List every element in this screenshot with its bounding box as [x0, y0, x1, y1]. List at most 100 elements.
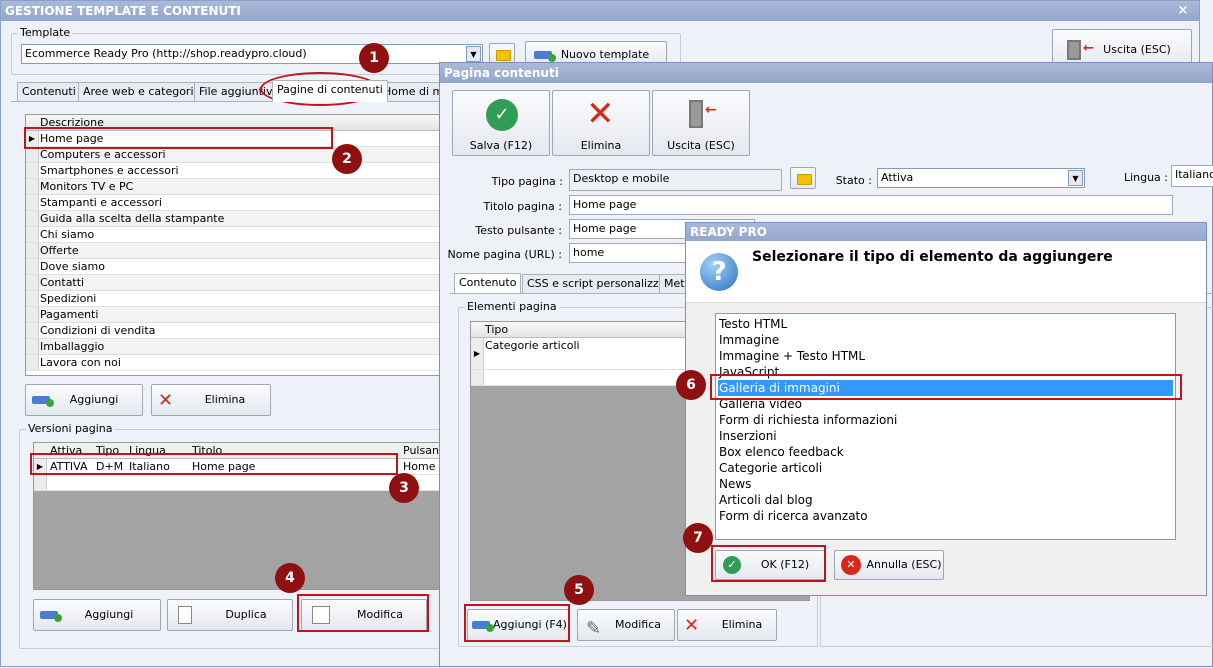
duplicate-version-button[interactable]: Duplica: [167, 599, 293, 631]
delete-x-icon: ✕: [158, 390, 174, 411]
page-list-item[interactable]: Imballaggio: [26, 339, 444, 355]
page-list-item[interactable]: Condizioni di vendita: [26, 323, 444, 339]
exit-label: Uscita (ESC): [667, 139, 735, 152]
cancel-label: Annulla (ESC): [866, 558, 942, 571]
element-type-option[interactable]: Form di ricerca avanzato: [718, 508, 1173, 524]
page-list-item[interactable]: Stampanti e accessori: [26, 195, 444, 211]
close-button[interactable]: ×: [1175, 3, 1191, 19]
row-head: [26, 147, 39, 162]
tab-aree-web[interactable]: Aree web e categorie: [78, 82, 206, 102]
new-template-label: Nuovo template: [560, 48, 650, 61]
delete-button[interactable]: ✕ Elimina: [552, 90, 650, 156]
element-type-option[interactable]: Box elenco feedback: [718, 444, 1173, 460]
dialog-header: ? Selezionare il tipo di elemento da agg…: [686, 241, 1206, 303]
exit-arrow-icon: ←: [1083, 41, 1094, 56]
add-page-button[interactable]: Aggiungi: [25, 384, 143, 416]
lang-label: Lingua :: [1123, 171, 1168, 184]
tab-pagine-contenuti[interactable]: Pagine di contenuti: [272, 80, 388, 102]
duplicate-icon: [178, 606, 192, 624]
add-icon: [32, 394, 54, 407]
highlight-ok-button: [711, 545, 826, 582]
type-label: Tipo pagina :: [491, 175, 563, 188]
tab-contenuti[interactable]: Contenuti: [17, 82, 81, 102]
highlight-version-row: [30, 453, 398, 475]
tab-contenuto[interactable]: Contenuto: [454, 273, 522, 293]
page-name: Chi siamo: [40, 228, 95, 241]
url-label: Nome pagina (URL) :: [447, 248, 562, 261]
page-name: Spedizioni: [40, 292, 97, 305]
step-badge-6: 6: [676, 370, 706, 400]
page-name: Computers e accessori: [40, 148, 166, 161]
page-list-item[interactable]: Spedizioni: [26, 291, 444, 307]
delete-label: Elimina: [204, 393, 246, 406]
edit-element-button[interactable]: ✎ Modifica: [577, 609, 675, 641]
step-badge-4: 4: [275, 563, 305, 593]
element-type-option[interactable]: Testo HTML: [718, 316, 1173, 332]
row-head: [26, 291, 39, 306]
delete-page-button[interactable]: ✕ Elimina: [151, 384, 271, 416]
page-list-item[interactable]: Contatti: [26, 275, 444, 291]
page-name: Offerte: [40, 244, 79, 257]
edit-label: Modifica: [615, 618, 661, 631]
element-type-option[interactable]: Inserzioni: [718, 428, 1173, 444]
page-list-item[interactable]: Chi siamo: [26, 227, 444, 243]
row-head: [26, 259, 39, 274]
page-list-item[interactable]: Monitors TV e PC: [26, 179, 444, 195]
page-list-item[interactable]: Pagamenti: [26, 307, 444, 323]
chevron-down-icon: ▼: [1068, 170, 1083, 186]
pages-grid: Descrizione ▶ Home page Computers e access…: [25, 114, 445, 376]
page-list-item[interactable]: Lavora con noi: [26, 355, 444, 371]
highlight-edit-button: [297, 594, 429, 632]
exit-door-icon: [1067, 40, 1081, 60]
folder-icon[interactable]: [790, 167, 816, 189]
element-type: Categorie articoli: [485, 339, 580, 352]
step-badge-7: 7: [683, 523, 713, 553]
template-select[interactable]: Ecommerce Ready Pro (http://shop.readypr…: [21, 44, 483, 64]
row-head: [26, 339, 39, 354]
step-badge-1: 1: [359, 43, 389, 73]
state-select[interactable]: Attiva ▼: [877, 168, 1085, 188]
add-icon: [40, 609, 62, 622]
page-list-item[interactable]: Guida alla scelta della stampante: [26, 211, 444, 227]
title-field[interactable]: Home page: [569, 195, 1173, 215]
cancel-x-icon: ✕: [841, 555, 861, 575]
highlight-gallery-item: [710, 374, 1182, 400]
save-button[interactable]: ✓ Salva (F12): [452, 90, 550, 156]
page-list-item[interactable]: Computers e accessori: [26, 147, 444, 163]
row-head: [26, 323, 39, 338]
add-version-button[interactable]: Aggiungi: [33, 599, 161, 631]
button-text-label: Testo pulsante :: [475, 224, 562, 237]
duplicate-label: Duplica: [225, 608, 267, 621]
step-badge-3: 3: [389, 473, 419, 503]
page-list-item[interactable]: Offerte: [26, 243, 444, 259]
edit-pencil-icon: ✎: [586, 618, 602, 639]
element-type-option[interactable]: Immagine + Testo HTML: [718, 348, 1173, 364]
state-label: Stato :: [835, 174, 872, 187]
add-version-label: Aggiungi: [84, 608, 134, 621]
page-list-item[interactable]: Smartphones e accessori: [26, 163, 444, 179]
type-field: Desktop e mobile: [569, 169, 782, 191]
element-type-option[interactable]: Immagine: [718, 332, 1173, 348]
delete-x-icon: ✕: [684, 615, 700, 636]
row-head: [26, 195, 39, 210]
save-label: Salva (F12): [469, 139, 533, 152]
row-head: [26, 275, 39, 290]
element-type-option[interactable]: News: [718, 476, 1173, 492]
element-type-list[interactable]: Testo HTML Immagine Immagine + Testo HTML J…: [715, 313, 1176, 540]
element-type-option[interactable]: Form di richiesta informazioni: [718, 412, 1173, 428]
element-type-option[interactable]: Categorie articoli: [718, 460, 1173, 476]
delete-label: Elimina: [721, 618, 763, 631]
delete-element-button[interactable]: ✕ Elimina: [677, 609, 777, 641]
versions-label: Versioni pagina: [26, 422, 115, 435]
template-value: Ecommerce Ready Pro (http://shop.readypr…: [25, 47, 307, 60]
row-head: [26, 307, 39, 322]
element-type-option[interactable]: Articoli dal blog: [718, 492, 1173, 508]
page-name: Monitors TV e PC: [40, 180, 134, 193]
main-title: GESTIONE TEMPLATE E CONTENUTI: [1, 1, 1199, 21]
dialog-title: READY PRO: [686, 223, 1206, 241]
tab-css-script[interactable]: CSS e script personalizzati: [522, 274, 678, 294]
exit-button[interactable]: ← Uscita (ESC): [652, 90, 750, 156]
lang-field[interactable]: Italiano (: [1171, 165, 1213, 187]
page-list-item[interactable]: Dove siamo: [26, 259, 444, 275]
cancel-button[interactable]: ✕ Annulla (ESC): [834, 550, 944, 580]
